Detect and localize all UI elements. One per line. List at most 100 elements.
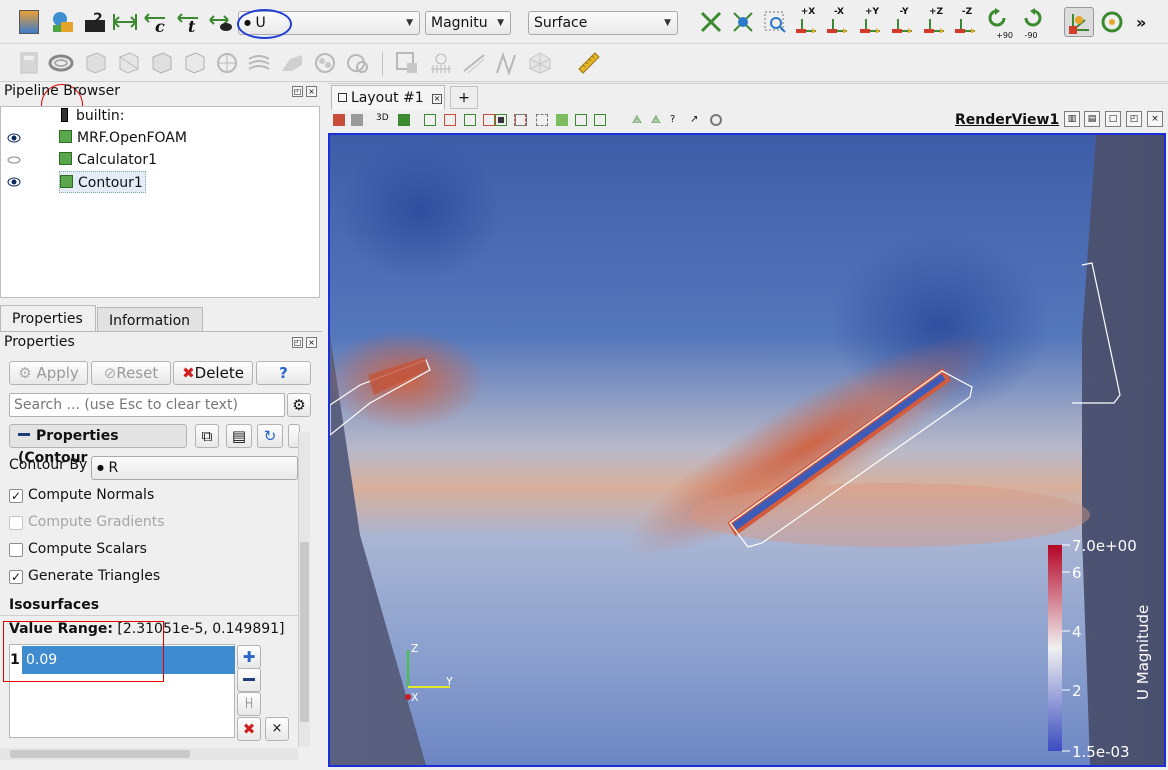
hover-points-icon[interactable]: [575, 114, 587, 126]
float-view-icon[interactable]: ◰: [1126, 111, 1142, 127]
contour-by-combo[interactable]: ● R: [91, 456, 298, 480]
add-layout-tab-button[interactable]: +: [450, 86, 478, 109]
select-points-through-icon[interactable]: [483, 114, 495, 126]
camera-undo-icon[interactable]: [398, 114, 410, 126]
group-datasets-icon[interactable]: [312, 50, 338, 76]
rotate-plus-90-button[interactable]: +90: [985, 8, 1013, 40]
select-cells-through-icon[interactable]: [464, 114, 476, 126]
slice-icon[interactable]: [115, 50, 141, 76]
set-view-direction-minus-x-button[interactable]: -X: [825, 7, 853, 37]
component-combo[interactable]: Magnitu ▼: [425, 11, 511, 35]
zoom-to-box-icon[interactable]: [762, 9, 788, 35]
rescale-custom-c-icon[interactable]: c: [143, 9, 169, 35]
hover-cells-icon[interactable]: [556, 114, 568, 126]
float-panel-icon[interactable]: ◰: [292, 337, 303, 348]
pipeline-item-calculator1[interactable]: Calculator1: [59, 149, 157, 171]
tab-information[interactable]: Information: [97, 307, 203, 332]
split-horizontal-icon[interactable]: ▥: [1064, 111, 1080, 127]
compute-gradients-checkbox[interactable]: [9, 516, 23, 530]
tab-layout-1[interactable]: Layout #1 ×: [331, 85, 445, 110]
properties-section-toggle[interactable]: Properties (Contour: [9, 424, 187, 466]
visibility-eye-icon[interactable]: [7, 177, 21, 187]
advanced-settings-gear-icon[interactable]: ⚙: [287, 393, 311, 417]
find-data-icon[interactable]: [394, 50, 420, 76]
toolbar-overflow-button[interactable]: »: [1136, 13, 1146, 32]
rescale-visible-range-icon[interactable]: [208, 9, 234, 35]
remove-all-x-icon[interactable]: ✖: [237, 717, 261, 741]
show-orientation-axes-icon[interactable]: [1064, 7, 1094, 37]
toggle-3d-button[interactable]: 3D: [376, 113, 389, 123]
rescale-temporal-icon[interactable]: t: [176, 9, 202, 35]
select-points-on-icon[interactable]: [444, 114, 456, 126]
split-vertical-icon[interactable]: ▤: [1084, 111, 1100, 127]
extract-subset-icon[interactable]: [181, 50, 207, 76]
compute-scalars-checkbox[interactable]: [9, 543, 23, 557]
set-view-direction-plus-x-button[interactable]: +X: [794, 7, 822, 37]
clip-icon[interactable]: [82, 50, 108, 76]
close-tab-icon[interactable]: ×: [432, 94, 443, 104]
close-panel-icon[interactable]: ×: [306, 86, 317, 97]
show-center-icon[interactable]: [1099, 9, 1125, 35]
threshold-icon[interactable]: [148, 50, 174, 76]
rotate-minus-90-button[interactable]: -90: [1017, 8, 1045, 40]
toggle-color-legend-icon[interactable]: [50, 9, 76, 35]
histogram-icon[interactable]: [494, 50, 520, 76]
float-panel-icon[interactable]: ◰: [292, 86, 303, 97]
shrink-selection-icon[interactable]: ⟁: [632, 114, 644, 126]
extract-level-icon[interactable]: [345, 50, 371, 76]
render-canvas[interactable]: Z Y X 7.0e+00 6 4 2 1.5e-03 U Magnitude: [330, 135, 1164, 765]
extract-selection-icon[interactable]: ⟁: [651, 114, 663, 126]
pipeline-item-contour1[interactable]: Contour1: [59, 171, 146, 193]
reset-session-icon[interactable]: [333, 114, 345, 126]
tab-properties[interactable]: Properties: [0, 305, 96, 332]
set-view-direction-plus-y-button[interactable]: +Y: [858, 7, 886, 37]
apply-button[interactable]: ⚙ Apply: [9, 361, 88, 385]
reset-camera-icon[interactable]: [698, 9, 724, 35]
add-value-plus-icon[interactable]: ✚: [237, 645, 261, 669]
delete-button[interactable]: ✖Delete: [173, 361, 253, 385]
rescale-data-range-icon[interactable]: [112, 9, 138, 35]
ruler-icon[interactable]: [576, 50, 602, 76]
select-blocks-icon[interactable]: [536, 114, 548, 126]
select-cells-on-icon[interactable]: [424, 114, 436, 126]
calculator-icon[interactable]: [16, 50, 42, 76]
probe-icon[interactable]: [527, 50, 553, 76]
rescale-custom-icon[interactable]: 2: [82, 9, 108, 35]
pipeline-item-builtin[interactable]: builtin:: [61, 105, 125, 127]
generate-triangles-checkbox[interactable]: ✓: [9, 570, 23, 584]
representation-combo[interactable]: Surface ▼: [528, 11, 678, 35]
compute-normals-checkbox[interactable]: ✓: [9, 489, 23, 503]
close-panel-icon[interactable]: ×: [306, 337, 317, 348]
capture-screenshot-icon[interactable]: [351, 114, 363, 126]
render-view[interactable]: Z Y X 7.0e+00 6 4 2 1.5e-03 U Magnitude: [328, 133, 1166, 767]
horizontal-scrollbar[interactable]: [0, 748, 298, 760]
pipeline-item-mrf-openfoam[interactable]: MRF.OpenFOAM: [59, 127, 187, 149]
color-map-editor-icon[interactable]: [16, 9, 42, 35]
paste-icon[interactable]: ▤: [226, 424, 252, 448]
glyph-icon[interactable]: [214, 50, 240, 76]
interactive-select-points-icon[interactable]: [515, 114, 527, 126]
clear-selection-icon[interactable]: [710, 114, 722, 126]
set-view-direction-plus-z-button[interactable]: +Z: [922, 7, 950, 37]
plot-data-icon[interactable]: [461, 50, 487, 76]
search-input[interactable]: Search ... (use Esc to clear text): [9, 393, 285, 417]
visibility-eye-hidden-icon[interactable]: [7, 155, 21, 165]
warp-by-vector-icon[interactable]: [279, 50, 305, 76]
maximize-icon[interactable]: □: [1105, 111, 1121, 127]
reload-icon[interactable]: ↻: [257, 424, 283, 448]
contour-icon[interactable]: [48, 50, 74, 76]
interactive-select-cells-icon[interactable]: [495, 114, 507, 126]
plot-over-line-icon[interactable]: [428, 50, 454, 76]
grow-selection-icon[interactable]: [594, 114, 606, 126]
set-view-direction-minus-y-button[interactable]: -Y: [890, 7, 918, 37]
help-button[interactable]: ?: [256, 361, 311, 385]
reset-button[interactable]: ⊘Reset: [91, 361, 171, 385]
add-range-icon[interactable]: ├┤: [237, 692, 261, 716]
visibility-eye-icon[interactable]: [7, 133, 21, 143]
stream-tracer-icon[interactable]: [246, 50, 272, 76]
edit-label-icon[interactable]: ↗: [690, 114, 702, 126]
zoom-to-data-icon[interactable]: [730, 9, 756, 35]
properties-scrollbar[interactable]: [298, 432, 310, 747]
query-icon[interactable]: ?: [670, 114, 682, 126]
remove-value-minus-icon[interactable]: [237, 668, 261, 692]
